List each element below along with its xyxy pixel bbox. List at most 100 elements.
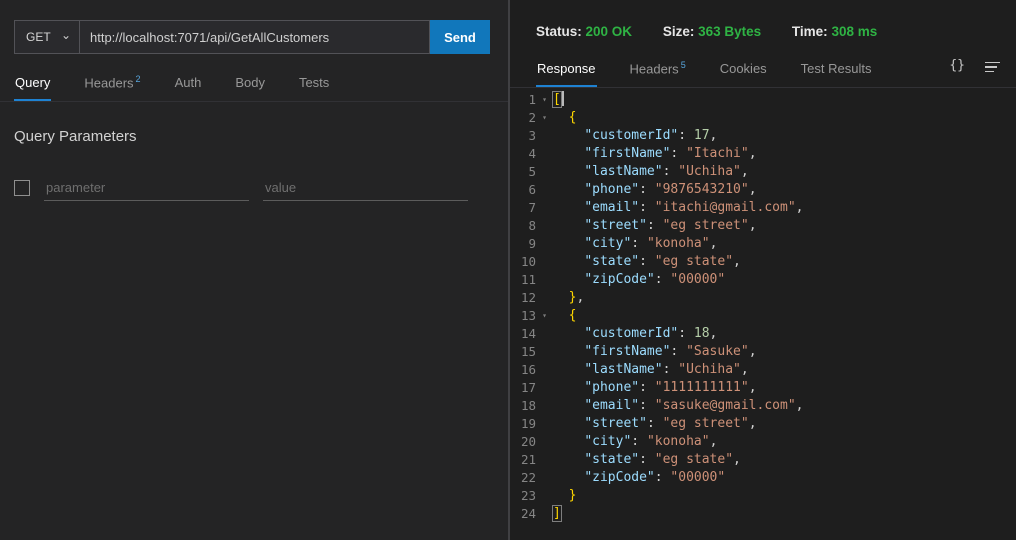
text-cursor xyxy=(562,91,564,106)
code-line: 8 "street": "eg street", xyxy=(510,217,1016,235)
fold-spacer xyxy=(536,415,553,433)
line-number: 16 xyxy=(510,361,536,379)
method-select[interactable]: GET ⌄ xyxy=(14,20,80,54)
code-text: { xyxy=(553,307,576,325)
fold-spacer xyxy=(536,271,553,289)
response-tabs: Response Headers5 Cookies Test Results {… xyxy=(510,54,1016,88)
response-status-row: Status: 200 OK Size: 363 Bytes Time: 308… xyxy=(510,0,1016,39)
line-number: 3 xyxy=(510,127,536,145)
fold-spacer xyxy=(536,397,553,415)
code-text: "phone": "9876543210", xyxy=(553,181,757,199)
code-line: 11 "zipCode": "00000" xyxy=(510,271,1016,289)
format-json-icon[interactable]: {} xyxy=(949,58,965,73)
tab-auth[interactable]: Auth xyxy=(174,69,203,101)
code-line: 18 "email": "sasuke@gmail.com", xyxy=(510,397,1016,415)
code-text: "firstName": "Sasuke", xyxy=(553,343,757,361)
code-text: "zipCode": "00000" xyxy=(553,271,725,289)
query-parameter-row xyxy=(14,175,494,201)
fold-spacer xyxy=(536,253,553,271)
fold-spacer xyxy=(536,181,553,199)
menu-lines-icon[interactable] xyxy=(985,59,1000,73)
code-text: "state": "eg state", xyxy=(553,253,741,271)
line-number: 17 xyxy=(510,379,536,397)
fold-spacer xyxy=(536,343,553,361)
line-number: 12 xyxy=(510,289,536,307)
code-text: "state": "eg state", xyxy=(553,451,741,469)
code-text: "street": "eg street", xyxy=(553,415,757,433)
code-text: ] xyxy=(553,505,561,523)
fold-arrow-icon[interactable]: ▾ xyxy=(536,109,553,127)
code-text: "firstName": "Itachi", xyxy=(553,145,757,163)
code-line: 7 "email": "itachi@gmail.com", xyxy=(510,199,1016,217)
status-value: 200 OK xyxy=(586,24,633,39)
code-line: 20 "city": "konoha", xyxy=(510,433,1016,451)
line-number: 15 xyxy=(510,343,536,361)
tab-headers-response[interactable]: Headers5 xyxy=(629,54,687,87)
time-label: Time: xyxy=(792,24,828,39)
headers-count-badge: 2 xyxy=(136,74,141,84)
line-number: 8 xyxy=(510,217,536,235)
code-line: 16 "lastName": "Uchiha", xyxy=(510,361,1016,379)
status-label: Status: xyxy=(536,24,582,39)
code-text: "customerId": 18, xyxy=(553,325,717,343)
code-text: "city": "konoha", xyxy=(553,433,717,451)
param-enable-checkbox[interactable] xyxy=(14,180,30,196)
fold-arrow-icon[interactable]: ▾ xyxy=(536,91,553,109)
tab-headers-request[interactable]: Headers2 xyxy=(83,68,141,101)
code-line: 10 "state": "eg state", xyxy=(510,253,1016,271)
tab-response[interactable]: Response xyxy=(536,55,597,87)
tab-tests[interactable]: Tests xyxy=(298,69,330,101)
code-line: 12 }, xyxy=(510,289,1016,307)
line-number: 4 xyxy=(510,145,536,163)
fold-spacer xyxy=(536,361,553,379)
response-headers-count-badge: 5 xyxy=(681,60,686,70)
code-line: 14 "customerId": 18, xyxy=(510,325,1016,343)
code-text: "city": "konoha", xyxy=(553,235,717,253)
code-line: 3 "customerId": 17, xyxy=(510,127,1016,145)
fold-spacer xyxy=(536,235,553,253)
param-value-input[interactable] xyxy=(263,175,468,201)
line-number: 9 xyxy=(510,235,536,253)
line-number: 13 xyxy=(510,307,536,325)
code-line: 17 "phone": "1111111111", xyxy=(510,379,1016,397)
response-body-editor[interactable]: 1▾[2▾ {3 "customerId": 17,4 "firstName":… xyxy=(510,91,1016,523)
fold-spacer xyxy=(536,433,553,451)
chevron-down-icon: ⌄ xyxy=(61,30,71,40)
send-button[interactable]: Send xyxy=(430,20,490,54)
fold-spacer xyxy=(536,469,553,487)
line-number: 20 xyxy=(510,433,536,451)
param-name-input[interactable] xyxy=(44,175,249,201)
tab-query[interactable]: Query xyxy=(14,69,51,101)
code-line: 23 } xyxy=(510,487,1016,505)
code-text: "lastName": "Uchiha", xyxy=(553,361,749,379)
request-panel: GET ⌄ http://localhost:7071/api/GetAllCu… xyxy=(0,0,508,540)
time-value: 308 ms xyxy=(831,24,877,39)
line-number: 11 xyxy=(510,271,536,289)
tab-cookies[interactable]: Cookies xyxy=(719,55,768,87)
tab-body[interactable]: Body xyxy=(234,69,266,101)
code-line: 6 "phone": "9876543210", xyxy=(510,181,1016,199)
code-text: [ xyxy=(553,91,564,109)
code-line: 5 "lastName": "Uchiha", xyxy=(510,163,1016,181)
code-text: "email": "sasuke@gmail.com", xyxy=(553,397,803,415)
code-line: 21 "state": "eg state", xyxy=(510,451,1016,469)
code-line: 15 "firstName": "Sasuke", xyxy=(510,343,1016,361)
query-parameters-title: Query Parameters xyxy=(14,128,494,145)
line-number: 18 xyxy=(510,397,536,415)
code-text: { xyxy=(553,109,576,127)
line-number: 2 xyxy=(510,109,536,127)
code-text: "customerId": 17, xyxy=(553,127,717,145)
size-label: Size: xyxy=(663,24,695,39)
line-number: 24 xyxy=(510,505,536,523)
fold-arrow-icon[interactable]: ▾ xyxy=(536,307,553,325)
fold-spacer xyxy=(536,163,553,181)
code-text: } xyxy=(553,487,576,505)
line-number: 22 xyxy=(510,469,536,487)
url-input[interactable]: http://localhost:7071/api/GetAllCustomer… xyxy=(80,20,430,54)
code-line: 2▾ { xyxy=(510,109,1016,127)
tab-test-results[interactable]: Test Results xyxy=(800,55,873,87)
url-bar: GET ⌄ http://localhost:7071/api/GetAllCu… xyxy=(14,20,490,54)
code-text: "phone": "1111111111", xyxy=(553,379,757,397)
code-line: 22 "zipCode": "00000" xyxy=(510,469,1016,487)
line-number: 21 xyxy=(510,451,536,469)
